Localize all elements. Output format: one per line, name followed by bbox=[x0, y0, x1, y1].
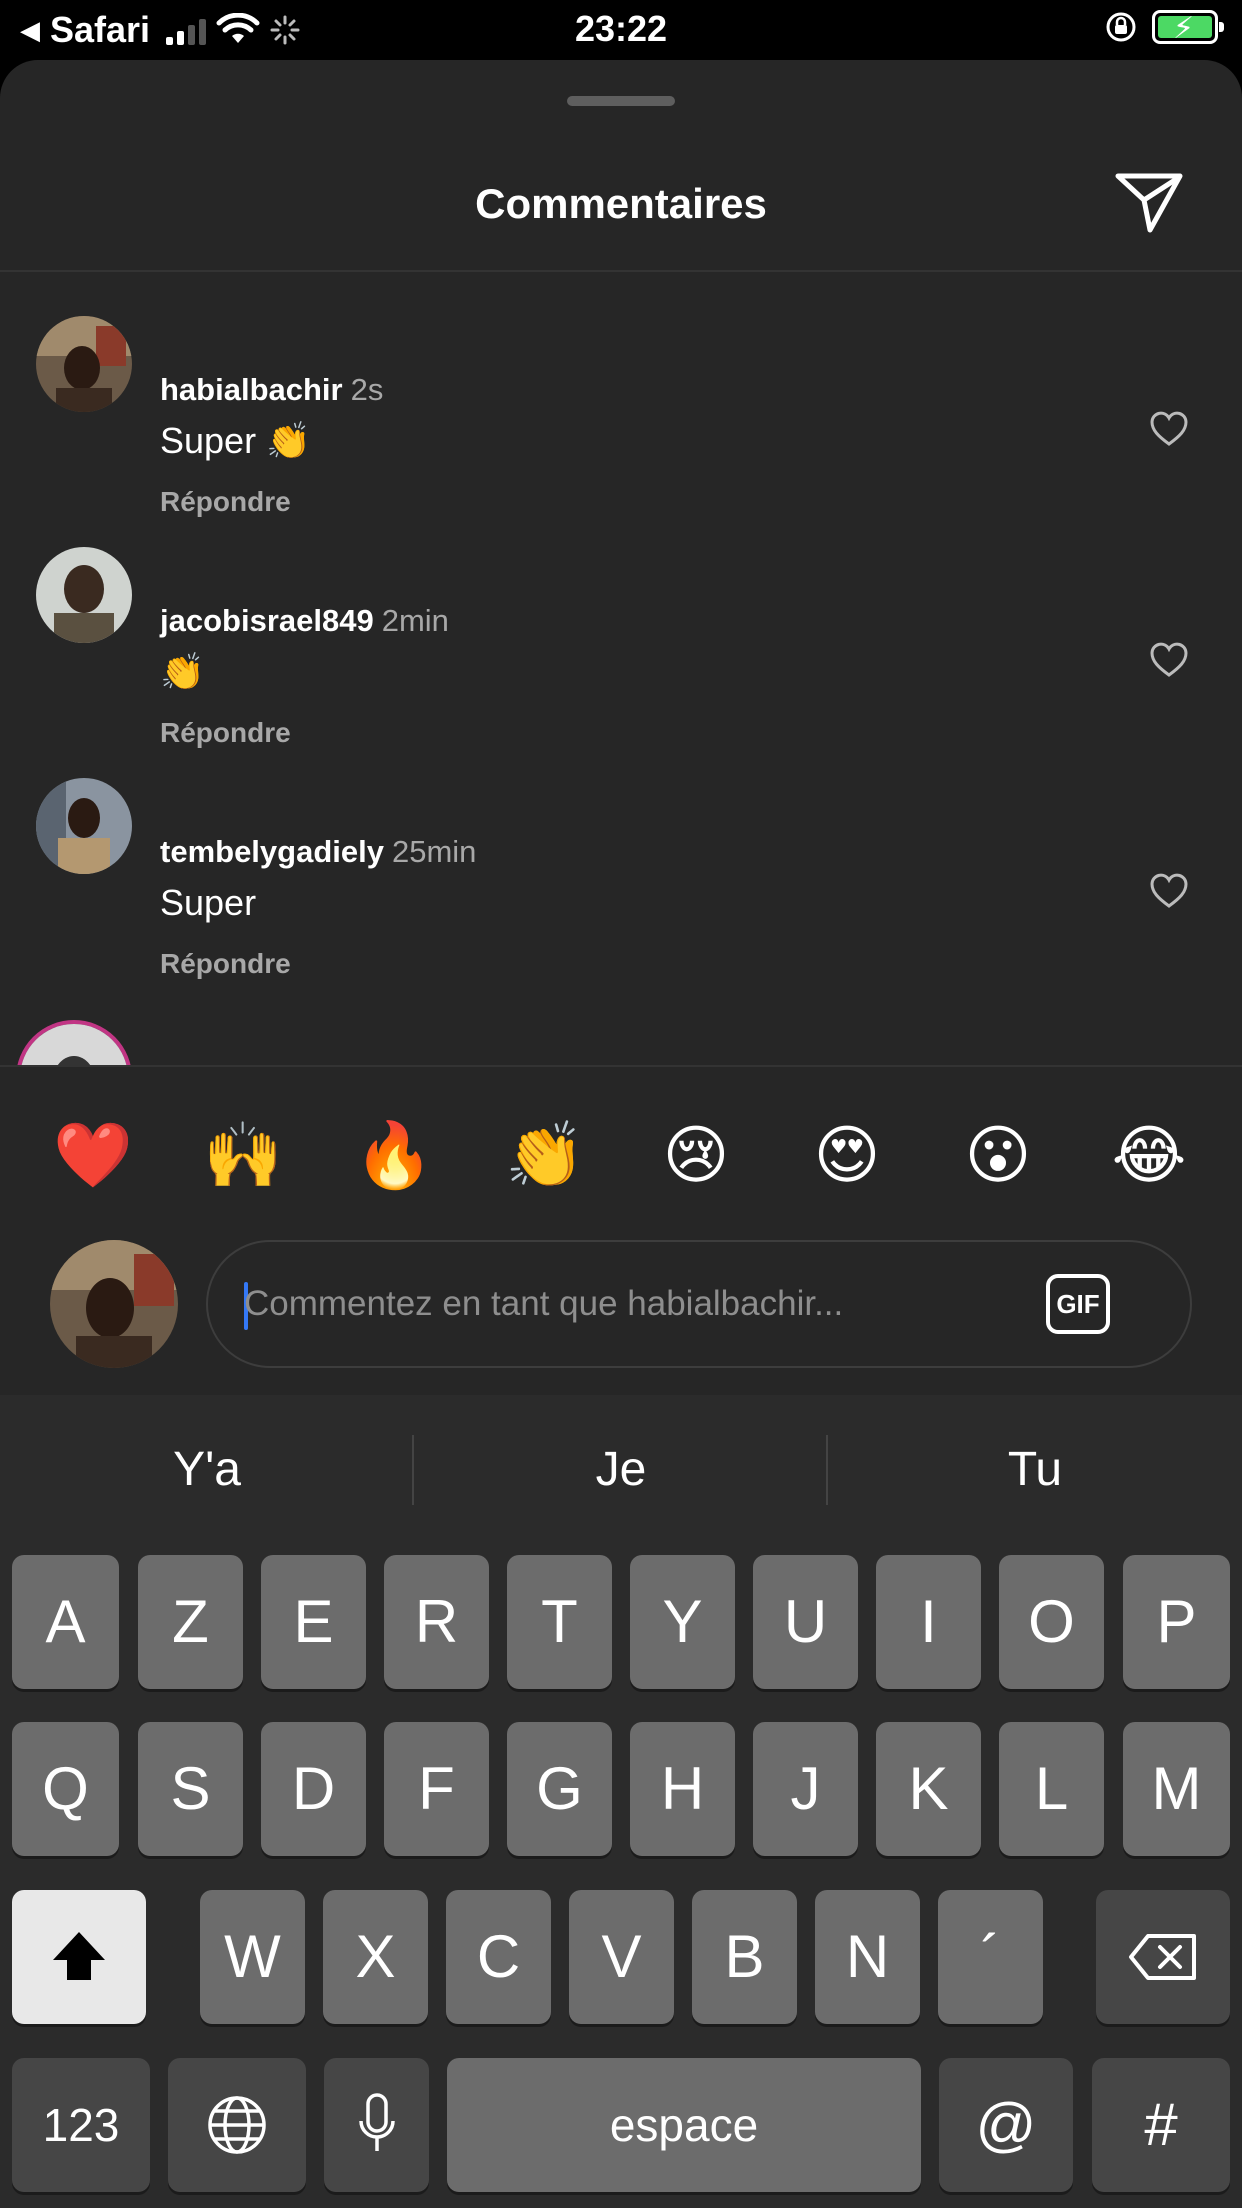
reply-button[interactable]: Répondre bbox=[160, 717, 291, 749]
backspace-key[interactable] bbox=[1096, 1890, 1230, 2024]
emoji-surprised-button[interactable]: 😮 bbox=[953, 1110, 1043, 1200]
quick-emoji-bar: ❤️ 🙌 🔥 👏 😢 😍 😮 😂 bbox=[0, 1110, 1242, 1220]
screen: { "status_bar": { "back_app": "Safari", … bbox=[0, 0, 1242, 2208]
emoji-fire-button[interactable]: 🔥 bbox=[349, 1110, 439, 1200]
emoji-clap-button[interactable]: 👏 bbox=[500, 1110, 590, 1200]
comment-username[interactable]: jacobisrael849 bbox=[160, 603, 374, 638]
comment-time: 2s bbox=[350, 372, 384, 407]
emoji-crying-button[interactable]: 😢 bbox=[651, 1110, 741, 1200]
battery-icon: ⚡ bbox=[1152, 10, 1224, 45]
key-u[interactable]: U bbox=[753, 1555, 858, 1689]
comment-text: Super 👏 bbox=[160, 420, 311, 461]
key-z[interactable]: Z bbox=[138, 1555, 243, 1689]
reply-button[interactable]: Répondre bbox=[160, 486, 291, 518]
microphone-icon bbox=[358, 2093, 395, 2151]
my-avatar bbox=[50, 1240, 178, 1368]
backspace-icon bbox=[1129, 1934, 1196, 1980]
comment-item: tembelygadiely 25min Super Répondre bbox=[0, 772, 1242, 979]
comment-input[interactable] bbox=[244, 1242, 1004, 1366]
comment-item bbox=[0, 1010, 1242, 1065]
emoji-heart-eyes-button[interactable]: 😍 bbox=[802, 1110, 892, 1200]
status-bar: ◀ Safari 23:22 ⚡ bbox=[0, 0, 1242, 60]
key-acute-accent[interactable]: ´ bbox=[938, 1890, 1043, 2024]
avatar[interactable] bbox=[36, 778, 132, 874]
comment-header: habialbachir 2s bbox=[160, 372, 383, 408]
comment-item: jacobisrael849 2min 👏 Répondre bbox=[0, 541, 1242, 748]
comments-sheet: Commentaires habialbachir 2s Super 👏 Rép… bbox=[0, 60, 1242, 1395]
header-divider bbox=[0, 270, 1242, 272]
reply-button[interactable]: Répondre bbox=[160, 948, 291, 980]
key-h[interactable]: H bbox=[630, 1722, 735, 1856]
shift-icon bbox=[53, 1932, 105, 1980]
heart-icon[interactable] bbox=[1148, 408, 1190, 448]
key-e[interactable]: E bbox=[261, 1555, 366, 1689]
key-x[interactable]: X bbox=[323, 1890, 428, 2024]
key-y[interactable]: Y bbox=[630, 1555, 735, 1689]
suggestion-1[interactable]: Y'a bbox=[0, 1395, 414, 1545]
gif-button[interactable]: GIF bbox=[1046, 1274, 1110, 1334]
key-j[interactable]: J bbox=[753, 1722, 858, 1856]
emoji-raised-hands-button[interactable]: 🙌 bbox=[198, 1110, 288, 1200]
sheet-title: Commentaires bbox=[475, 180, 767, 227]
status-time: 23:22 bbox=[574, 8, 668, 49]
comment-item: habialbachir 2s Super 👏 Répondre bbox=[0, 310, 1242, 517]
key-g[interactable]: G bbox=[507, 1722, 612, 1856]
key-s[interactable]: S bbox=[138, 1722, 243, 1856]
avatar[interactable] bbox=[36, 547, 132, 643]
comment-text: 👏 bbox=[160, 651, 205, 692]
comment-input-box[interactable]: GIF bbox=[206, 1240, 1192, 1368]
key-v[interactable]: V bbox=[569, 1890, 674, 2024]
keyboard: Y'a Je Tu A Z E R T Y U I O P Q S D F G … bbox=[0, 1395, 1242, 2208]
sheet-grabber[interactable] bbox=[567, 96, 675, 106]
key-p[interactable]: P bbox=[1123, 1555, 1230, 1689]
key-m[interactable]: M bbox=[1123, 1722, 1230, 1856]
key-a[interactable]: A bbox=[12, 1555, 119, 1689]
key-r[interactable]: R bbox=[384, 1555, 489, 1689]
key-k[interactable]: K bbox=[876, 1722, 981, 1856]
key-q[interactable]: Q bbox=[12, 1722, 119, 1856]
hash-key[interactable]: # bbox=[1092, 2058, 1230, 2192]
space-key[interactable]: espace bbox=[447, 2058, 921, 2192]
story-ring-avatar[interactable] bbox=[16, 1020, 132, 1065]
key-b[interactable]: B bbox=[692, 1890, 797, 2024]
comment-time: 25min bbox=[391, 834, 477, 869]
heart-icon[interactable] bbox=[1148, 639, 1190, 679]
comment-username[interactable]: habialbachir bbox=[160, 372, 343, 407]
suggestion-3[interactable]: Tu bbox=[828, 1395, 1242, 1545]
dictation-key[interactable] bbox=[324, 2058, 429, 2192]
comment-username[interactable]: tembelygadiely bbox=[160, 834, 384, 869]
globe-icon bbox=[208, 2096, 266, 2154]
comment-text: Super bbox=[160, 882, 257, 923]
key-c[interactable]: C bbox=[446, 1890, 551, 2024]
shift-key[interactable] bbox=[12, 1890, 146, 2024]
key-o[interactable]: O bbox=[999, 1555, 1104, 1689]
send-icon[interactable] bbox=[1114, 170, 1184, 236]
emoji-laughing-button[interactable]: 😂 bbox=[1104, 1110, 1194, 1200]
numbers-key[interactable]: 123 bbox=[12, 2058, 150, 2192]
heart-icon[interactable] bbox=[1148, 870, 1190, 910]
status-right: ⚡ bbox=[1104, 10, 1224, 45]
key-t[interactable]: T bbox=[507, 1555, 612, 1689]
comment-header: tembelygadiely 25min bbox=[160, 834, 476, 870]
at-key[interactable]: @ bbox=[939, 2058, 1073, 2192]
key-f[interactable]: F bbox=[384, 1722, 489, 1856]
comment-header: jacobisrael849 2min bbox=[160, 603, 449, 639]
emoji-heart-button[interactable]: ❤️ bbox=[48, 1110, 138, 1200]
comment-time: 2min bbox=[381, 603, 449, 638]
orientation-lock-icon bbox=[1106, 12, 1136, 42]
key-w[interactable]: W bbox=[200, 1890, 305, 2024]
key-i[interactable]: I bbox=[876, 1555, 981, 1689]
key-n[interactable]: N bbox=[815, 1890, 920, 2024]
key-l[interactable]: L bbox=[999, 1722, 1104, 1856]
key-d[interactable]: D bbox=[261, 1722, 366, 1856]
avatar[interactable] bbox=[36, 316, 132, 412]
suggestion-2[interactable]: Je bbox=[414, 1395, 828, 1545]
globe-key[interactable] bbox=[168, 2058, 306, 2192]
